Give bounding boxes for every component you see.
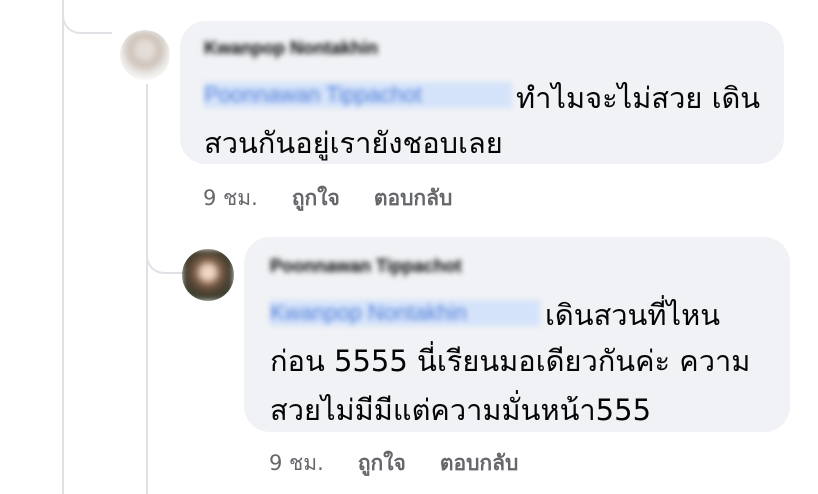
- thread-line-reply: [146, 84, 148, 494]
- comment-author[interactable]: Poonnawan Tippachot: [270, 256, 534, 277]
- comment-mention[interactable]: Kwanpop Nontakhin: [270, 300, 540, 326]
- reply-button[interactable]: ตอบกลับ: [440, 447, 519, 480]
- reply-button[interactable]: ตอบกลับ: [374, 182, 453, 215]
- like-button[interactable]: ถูกใจ: [358, 447, 406, 480]
- comment-author[interactable]: Kwanpop Nontakhin: [204, 38, 440, 59]
- thread-connector-curve: [62, 0, 112, 34]
- avatar[interactable]: [120, 30, 170, 80]
- comment-timestamp[interactable]: 9 ชม.: [203, 182, 258, 215]
- comment-text: ก่อน 5555 นี่เรียนมอเดียวกันค่ะ ความ สวย…: [270, 344, 751, 427]
- comment-timestamp[interactable]: 9 ชม.: [269, 447, 324, 480]
- comment-actions: 9 ชม. ถูกใจ ตอบกลับ: [203, 182, 486, 215]
- comment-mention[interactable]: Poonnawan Tippachot: [204, 82, 512, 108]
- thread-line-outer: [62, 0, 64, 494]
- avatar[interactable]: [182, 249, 234, 301]
- like-button[interactable]: ถูกใจ: [292, 182, 340, 215]
- comment-actions: 9 ชม. ถูกใจ ตอบกลับ: [269, 447, 552, 480]
- comment-text-first: เดินสวนที่ไหน: [545, 298, 721, 332]
- comment-text: สวนกันอยู่เรายังชอบเลย: [204, 126, 503, 160]
- comment-text-first: ทำไมจะไม่สวย เดิน: [516, 81, 761, 115]
